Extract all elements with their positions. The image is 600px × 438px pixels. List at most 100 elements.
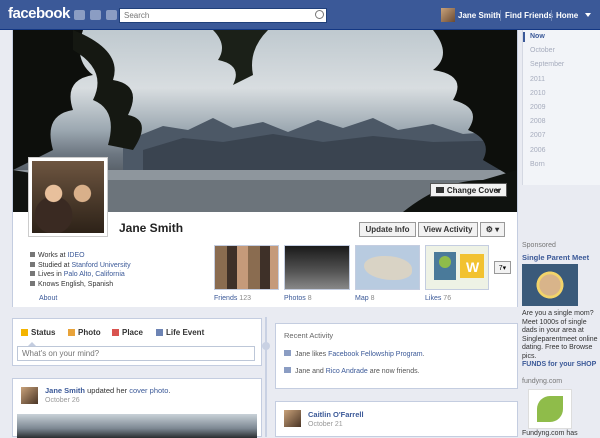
likes-tile[interactable]: W — [425, 245, 489, 290]
timeline-october[interactable]: October — [523, 44, 600, 58]
activity-friend-end: are now friends. — [367, 368, 420, 375]
photos-tile-label[interactable]: Photos 8 — [284, 295, 312, 302]
info-work-label: Works at — [38, 252, 68, 259]
map-tile[interactable] — [355, 245, 420, 290]
timeline-scrubber: Now October September 2011 2010 2009 200… — [522, 30, 600, 185]
info-education: Studied at Stanford University — [30, 261, 131, 271]
likes-count: 76 — [443, 295, 452, 302]
ad1-text: Are you a single mom? Meet 1000s of sing… — [522, 310, 598, 360]
user-name-link[interactable]: Jane Smith — [458, 11, 501, 20]
page-link[interactable]: Facebook Fellowship Program — [328, 351, 423, 358]
more-tiles-button[interactable]: 7▾ — [494, 261, 511, 274]
photo-icon — [68, 329, 75, 336]
update-info-button[interactable]: Update Info — [359, 222, 416, 237]
school-link[interactable]: Stanford University — [71, 262, 130, 269]
post-date[interactable]: October 26 — [45, 397, 80, 404]
info-location: Lives in Palo Alto, California — [30, 270, 131, 280]
tab-life-event[interactable]: Life Event — [156, 328, 204, 337]
recent-activity-title: Recent Activity — [284, 331, 334, 340]
cover-photo-link[interactable]: cover photo — [129, 386, 168, 395]
top-bar: facebook Jane Smith Find Friends Home — [0, 0, 600, 30]
post-headline: Jane Smith updated her cover photo. — [45, 386, 171, 395]
post-author-avatar[interactable] — [21, 387, 38, 404]
likes-tile-icons: W — [434, 252, 484, 280]
info-location-label: Lives in — [38, 271, 64, 278]
tab-place-label: Place — [122, 328, 143, 337]
friends-tile[interactable] — [214, 245, 279, 290]
timeline-now[interactable]: Now — [523, 30, 600, 44]
friend-requests-icon[interactable] — [74, 10, 85, 20]
likes-label: Likes — [425, 295, 442, 302]
activity-item-friend: Jane and Rico Andrade are now friends. — [284, 367, 420, 375]
profile-picture[interactable] — [28, 157, 108, 237]
home-link[interactable]: Home — [556, 11, 578, 20]
post-cover-photo[interactable] — [17, 414, 257, 438]
recent-activity-box: Recent Activity Jane likes Facebook Fell… — [275, 323, 518, 389]
timeline-2009[interactable]: 2009 — [523, 101, 600, 115]
profile-info-list: Works at IDEO Studied at Stanford Univer… — [30, 251, 131, 289]
status-input[interactable] — [17, 346, 255, 361]
timeline-2007[interactable]: 2007 — [523, 129, 600, 143]
location-link[interactable]: Palo Alto, California — [64, 271, 125, 278]
tab-place[interactable]: Place — [112, 328, 143, 337]
like-icon — [284, 350, 291, 356]
tab-photo-label: Photo — [78, 328, 101, 337]
ad2-image[interactable] — [528, 389, 572, 429]
post2-author-avatar[interactable] — [284, 410, 301, 427]
timeline-2011[interactable]: 2011 — [523, 73, 600, 87]
post2-date[interactable]: October 21 — [308, 421, 343, 428]
search-input[interactable] — [119, 8, 327, 23]
about-link[interactable]: About — [39, 295, 57, 302]
map-tile-label[interactable]: Map 8 — [355, 295, 374, 302]
timeline-spine-dot — [262, 342, 270, 350]
timeline-2008[interactable]: 2008 — [523, 115, 600, 129]
ad1-title-link[interactable]: Single Parent Meet — [522, 253, 589, 262]
profile-name: Jane Smith — [119, 221, 184, 235]
tab-photo[interactable]: Photo — [68, 328, 101, 337]
timeline-2010[interactable]: 2010 — [523, 87, 600, 101]
friends-icon — [284, 367, 291, 373]
friends-count: 123 — [239, 295, 251, 302]
find-friends-link[interactable]: Find Friends — [505, 11, 553, 20]
change-cover-label: Change Cover — [446, 185, 502, 195]
timeline-born[interactable]: Born — [523, 158, 600, 172]
post-headline-text: updated her — [85, 386, 130, 395]
account-menu-chevron-icon[interactable] — [585, 13, 591, 17]
map-label: Map — [355, 295, 369, 302]
briefcase-icon — [30, 252, 35, 257]
facebook-logo[interactable]: facebook — [8, 5, 70, 22]
timeline-2006[interactable]: 2006 — [523, 144, 600, 158]
activity-like-end: . — [422, 351, 425, 358]
user-avatar[interactable] — [441, 8, 455, 22]
sponsored-heading: Sponsored — [522, 242, 556, 249]
info-education-label: Studied at — [38, 261, 72, 269]
friend-link[interactable]: Rico Andrade — [326, 368, 368, 375]
settings-gear-button[interactable]: ⚙ ▾ — [480, 222, 505, 237]
notifications-icon[interactable] — [106, 10, 117, 20]
ad2-title-link[interactable]: FUNDS for your SHOP — [522, 361, 598, 370]
change-cover-button[interactable]: Change Cover — [430, 183, 507, 197]
likes-tile-label[interactable]: Likes 76 — [425, 295, 451, 302]
ad1-image[interactable] — [522, 264, 578, 306]
timeline-september[interactable]: September — [523, 58, 600, 72]
svg-text:W: W — [466, 259, 480, 275]
post2-author-link[interactable]: Caitlin O'Farrell — [308, 410, 364, 419]
search-icon[interactable] — [315, 10, 324, 19]
map-count: 8 — [370, 295, 375, 302]
divider — [500, 10, 501, 21]
messages-icon[interactable] — [90, 10, 101, 20]
activity-item-like: Jane likes Facebook Fellowship Program. — [284, 350, 425, 358]
life-event-icon — [156, 329, 163, 336]
tab-status[interactable]: Status — [21, 328, 55, 337]
view-activity-button[interactable]: View Activity — [418, 222, 478, 237]
friends-label: Friends — [214, 295, 238, 302]
photos-tile[interactable] — [284, 245, 350, 290]
ad2-text: Fundyng.com has — [522, 430, 578, 437]
home-icon — [30, 271, 35, 276]
graduation-icon — [30, 261, 35, 267]
current-marker — [523, 32, 525, 42]
work-link[interactable]: IDEO — [67, 252, 84, 259]
status-composer: Status Photo Place Life Event — [12, 318, 262, 366]
post-author-link[interactable]: Jane Smith — [45, 386, 85, 395]
friends-tile-label[interactable]: Friends 123 — [214, 295, 251, 302]
